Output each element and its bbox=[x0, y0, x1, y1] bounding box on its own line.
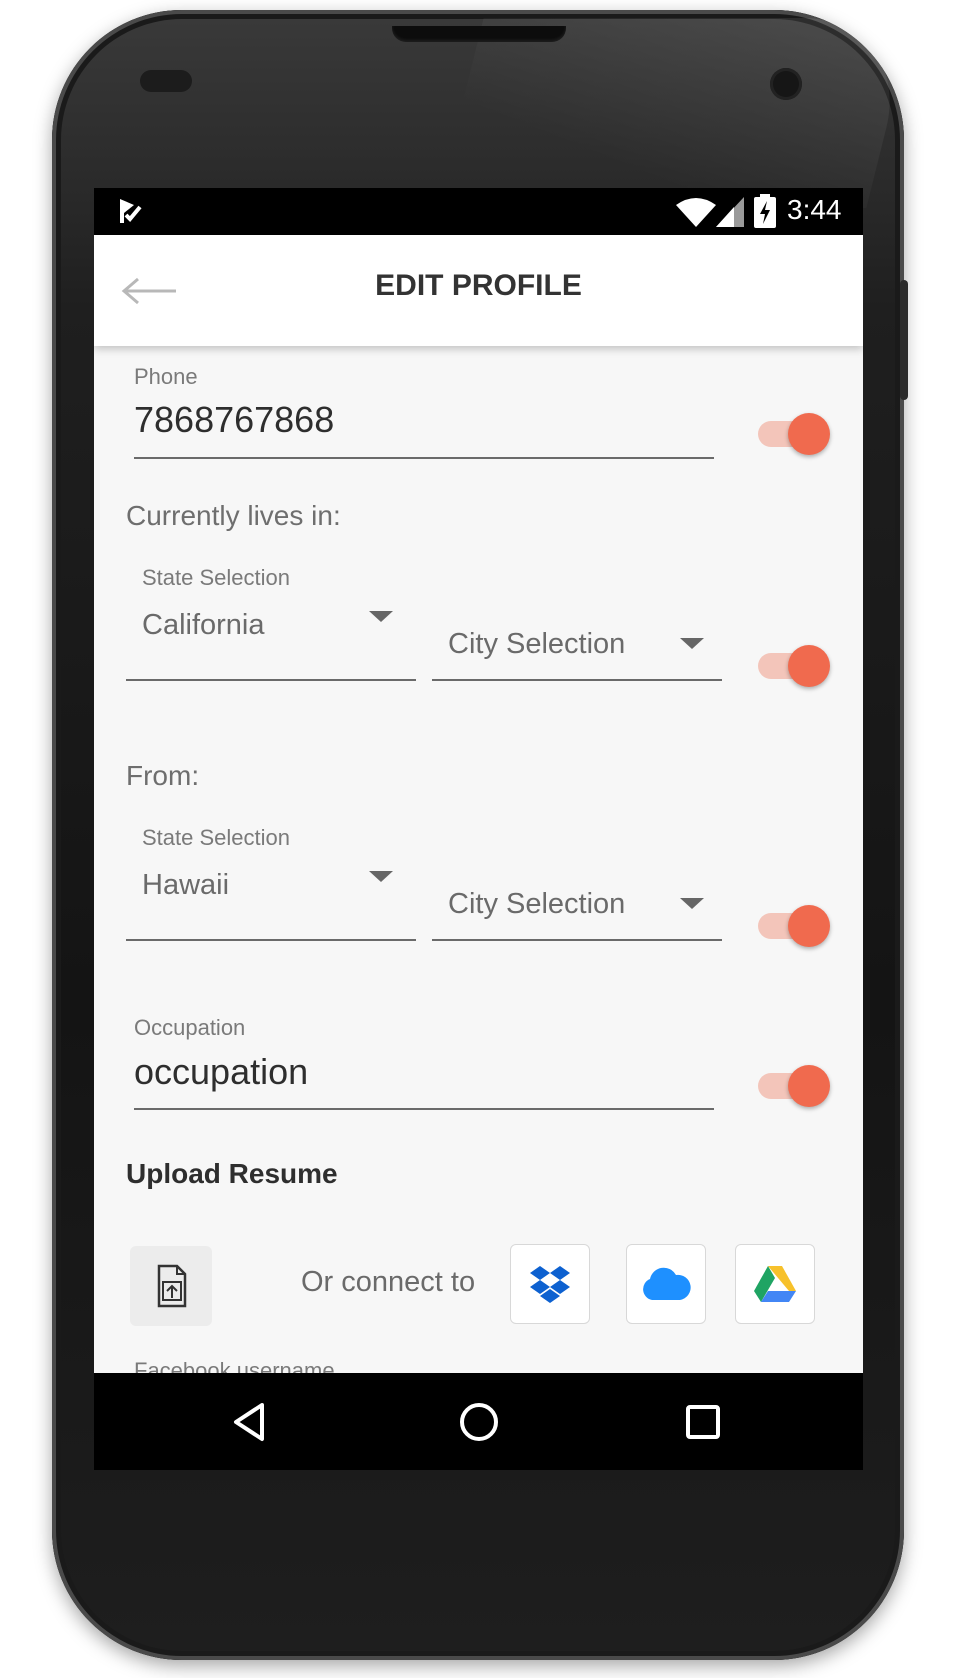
nav-recents-button[interactable] bbox=[678, 1397, 728, 1447]
chevron-down-icon bbox=[680, 638, 704, 649]
current-city-dropdown[interactable]: City Selection bbox=[432, 616, 722, 681]
upload-resume-title: Upload Resume bbox=[126, 1158, 338, 1189]
status-bar: 3:44 bbox=[94, 188, 863, 235]
connect-to-text: Or connect to bbox=[301, 1266, 476, 1298]
phone-input[interactable]: 7868767868 bbox=[134, 399, 334, 441]
google-drive-button[interactable] bbox=[735, 1244, 815, 1324]
toggle-thumb bbox=[788, 413, 830, 455]
profile-form[interactable]: Phone 7868767868 Currently lives in: Sta… bbox=[94, 346, 863, 1373]
google-drive-icon bbox=[754, 1266, 796, 1302]
dropdown-underline bbox=[126, 939, 416, 941]
facebook-username-label: Facebook username bbox=[134, 1358, 335, 1373]
recents-square-icon bbox=[686, 1405, 720, 1439]
home-circle-icon bbox=[460, 1403, 498, 1441]
current-residence-label: Currently lives in: bbox=[126, 500, 341, 531]
phone-glare bbox=[436, 18, 914, 208]
phone-label: Phone bbox=[134, 364, 198, 389]
power-button bbox=[900, 280, 908, 400]
origin-visibility-toggle[interactable] bbox=[758, 902, 830, 950]
chevron-down-icon bbox=[680, 898, 704, 909]
current-state-value: California bbox=[142, 609, 265, 641]
page-title: EDIT PROFILE bbox=[375, 269, 582, 302]
dropbox-icon bbox=[530, 1266, 570, 1303]
dropbox-button[interactable] bbox=[510, 1244, 590, 1324]
current-state-label: State Selection bbox=[142, 565, 290, 590]
current-city-placeholder: City Selection bbox=[448, 628, 626, 660]
current-residence-visibility-toggle[interactable] bbox=[758, 642, 830, 690]
proximity-sensor bbox=[140, 70, 192, 92]
origin-city-placeholder: City Selection bbox=[448, 888, 626, 920]
occupation-visibility-toggle[interactable] bbox=[758, 1062, 830, 1110]
toggle-thumb bbox=[788, 645, 830, 687]
chevron-down-icon bbox=[369, 611, 393, 622]
occupation-input[interactable]: occupation bbox=[134, 1051, 308, 1093]
origin-state-dropdown[interactable]: Hawaii bbox=[126, 861, 416, 941]
signal-icon bbox=[716, 197, 744, 227]
wifi-icon bbox=[676, 198, 716, 227]
origin-city-dropdown[interactable]: City Selection bbox=[432, 876, 722, 941]
chevron-down-icon bbox=[369, 871, 393, 882]
toggle-thumb bbox=[788, 905, 830, 947]
phone-screen: 3:44 EDIT PROFILE Phone 7868767868 Curre… bbox=[94, 188, 863, 1470]
occupation-underline bbox=[134, 1108, 714, 1110]
file-upload-icon bbox=[157, 1264, 187, 1308]
phone-visibility-toggle[interactable] bbox=[758, 410, 830, 458]
phone-underline bbox=[134, 457, 714, 459]
origin-label: From: bbox=[126, 760, 200, 791]
onedrive-button[interactable] bbox=[626, 1244, 706, 1324]
origin-state-value: Hawaii bbox=[142, 869, 230, 901]
upload-file-button[interactable] bbox=[130, 1246, 212, 1326]
back-triangle-icon bbox=[234, 1403, 264, 1441]
occupation-label: Occupation bbox=[134, 1015, 246, 1040]
dropdown-underline bbox=[432, 679, 722, 681]
nav-home-button[interactable] bbox=[454, 1397, 504, 1447]
navigation-bar bbox=[94, 1373, 863, 1470]
dropdown-underline bbox=[126, 679, 416, 681]
current-state-dropdown[interactable]: California bbox=[126, 601, 416, 681]
app-bar: EDIT PROFILE bbox=[94, 235, 863, 346]
onedrive-icon bbox=[643, 1267, 691, 1300]
earpiece-speaker bbox=[392, 26, 566, 42]
battery-charging-icon bbox=[754, 194, 776, 228]
toggle-thumb bbox=[788, 1065, 830, 1107]
origin-state-label: State Selection bbox=[142, 825, 290, 850]
check-flag-icon bbox=[120, 199, 142, 223]
dropdown-underline bbox=[432, 939, 722, 941]
nav-back-button[interactable] bbox=[224, 1397, 274, 1447]
front-camera bbox=[770, 68, 802, 100]
status-time: 3:44 bbox=[787, 194, 842, 225]
